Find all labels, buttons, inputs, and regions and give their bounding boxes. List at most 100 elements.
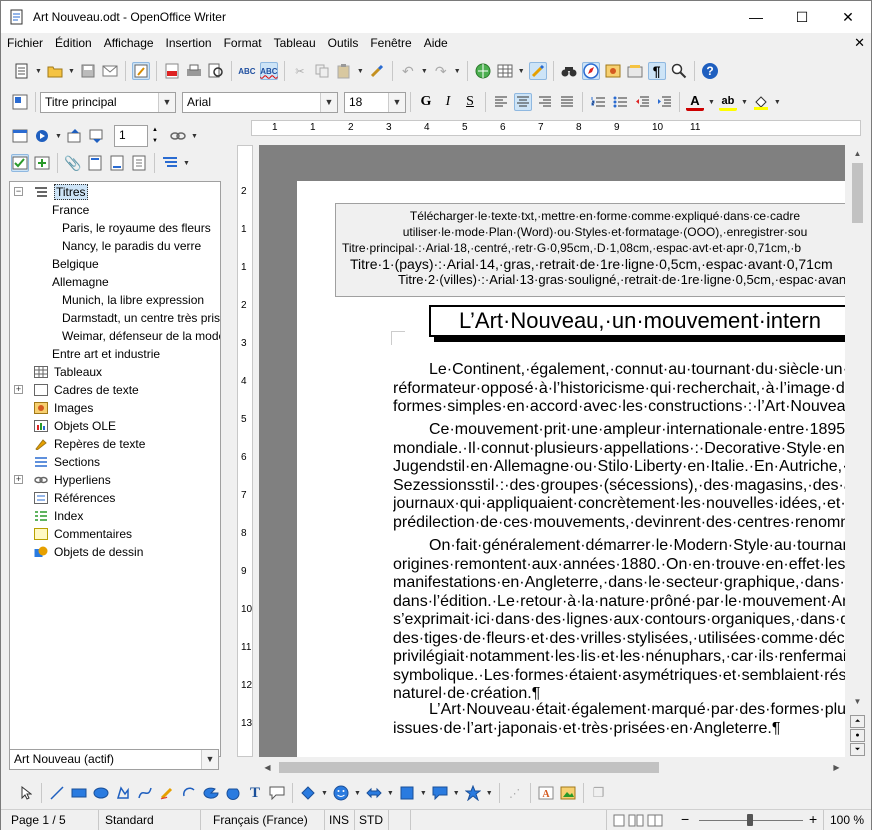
highlighting-icon[interactable]: ab [718,93,737,111]
page-number-spinner[interactable]: 1 [113,125,148,147]
next-icon[interactable] [88,127,106,145]
next-page-icon[interactable]: ⏷ [850,743,865,756]
heading-levels-icon[interactable] [161,154,179,172]
anchor-icon[interactable] [130,154,148,172]
navigator-item[interactable]: Nancy, le paradis du verre [62,237,201,255]
vertical-ruler[interactable]: 2 1 1 2 3 4 5 6 7 8 9 10 11 12 13 [237,145,253,757]
menu-tableau[interactable]: Tableau [268,33,322,53]
content-view-icon[interactable] [33,154,51,172]
chevron-down-icon[interactable]: ▼ [158,92,175,112]
numbering-icon[interactable] [589,93,607,111]
help-icon[interactable]: ? [701,62,719,80]
multi-page-view-icon[interactable] [628,814,644,830]
scroll-left-icon[interactable]: ◀ [259,759,276,776]
menu-insertion[interactable]: Insertion [160,33,218,53]
document-title[interactable]: L’Art·Nouveau,·un·mouvement·intern [429,305,845,337]
navigator-item[interactable]: Images [34,399,93,417]
document-canvas[interactable]: Télécharger·le·texte·txt,·mettre·en·form… [259,145,845,757]
zoom-level[interactable]: 100 % [823,810,871,830]
navigator-item[interactable]: Commentaires [34,525,132,543]
close-document-icon[interactable]: ✕ [854,35,865,51]
decrease-indent-icon[interactable] [633,93,651,111]
horizontal-scrollbar[interactable]: ◀ ▶ [259,759,845,776]
navigator-item[interactable]: Objets OLE [34,417,116,435]
navigator-item[interactable]: Darmstadt, un centre très prisé [62,309,220,327]
menu-edition[interactable]: Édition [49,33,98,53]
polygon-tool-icon[interactable] [114,784,132,802]
select-arrow-icon[interactable] [17,784,35,802]
navigator-item[interactable]: Hyperliens [34,471,111,489]
text-tool-icon[interactable]: T [246,784,264,802]
arc-tool-icon[interactable] [180,784,198,802]
callout-tool-icon[interactable] [268,784,286,802]
show-draw-functions-icon[interactable] [528,62,547,80]
align-right-icon[interactable] [536,93,554,111]
block-arrows-icon[interactable] [365,784,383,802]
page-indicator[interactable]: Page 1 / 5 [1,810,99,830]
data-sources-icon[interactable] [626,62,644,80]
formatting-marks-icon[interactable]: ¶ [647,62,666,80]
menu-outils[interactable]: Outils [322,33,365,53]
drag-mode-icon[interactable] [169,127,187,145]
menu-affichage[interactable]: Affichage [98,33,160,53]
font-size-combo[interactable]: 18 ▼ [344,91,406,113]
navigator-item[interactable]: Index [34,507,83,525]
vertical-scrollbar[interactable]: ▲ ▼ ⏶ ● ⏷ [849,145,866,757]
horizontal-ruler[interactable]: 1 1 2 3 4 5 6 7 8 9 10 11 [251,120,861,136]
redo-icon[interactable]: ↷ [432,62,450,80]
previous-icon[interactable] [66,127,84,145]
rectangle-tool-icon[interactable] [70,784,88,802]
horizontal-scroll-thumb[interactable] [279,762,659,773]
navigation-icon[interactable] [33,127,51,145]
align-left-icon[interactable] [492,93,510,111]
navigation-dot-icon[interactable]: ● [850,729,865,742]
navigator-item[interactable]: Sections [34,453,100,471]
page-style-indicator[interactable]: Standard [99,810,201,830]
zoom-icon[interactable] [670,62,688,80]
clone-formatting-icon[interactable] [368,62,386,80]
points-icon[interactable]: ⋰ [506,784,524,802]
zoom-slider-thumb[interactable] [747,814,753,826]
align-center-icon[interactable] [514,93,532,111]
fontwork-gallery-icon[interactable]: A [537,784,555,802]
export-pdf-icon[interactable] [163,62,181,80]
callouts-icon[interactable] [431,784,449,802]
zoom-out-icon[interactable]: − [681,811,689,827]
curve-tool-icon[interactable] [136,784,154,802]
page-spin-arrows[interactable]: ▲ ▼ [149,125,161,147]
instructions-text-frame[interactable]: Télécharger·le·texte·txt,·mettre·en·form… [335,203,845,297]
navigator-icon[interactable] [581,62,600,80]
navigator-item[interactable]: Repères de texte [34,435,145,453]
expand-icon[interactable]: + [14,385,23,394]
book-view-icon[interactable] [647,814,663,830]
print-icon[interactable] [185,62,203,80]
edit-mode-icon[interactable] [131,62,150,80]
bold-icon[interactable]: G [417,93,435,111]
find-replace-icon[interactable] [560,62,578,80]
close-button[interactable]: ✕ [825,1,871,33]
extrusion-icon[interactable]: ❒ [590,784,608,802]
insert-mode-indicator[interactable]: INS [325,810,355,830]
navigator-item[interactable]: Tableaux [34,363,102,381]
auto-spellcheck-icon[interactable]: ABC [259,62,278,80]
insert-table-icon[interactable] [496,62,514,80]
zoom-in-icon[interactable]: + [809,811,817,827]
ellipse-tool-icon[interactable] [92,784,110,802]
navigator-item[interactable]: Objets de dessin [34,543,143,561]
navigator-item[interactable]: Cadres de texte [34,381,139,399]
document-select-combo[interactable]: Art Nouveau (actif) ▼ [9,749,219,770]
email-icon[interactable] [101,62,119,80]
scroll-down-icon[interactable]: ▼ [849,693,866,710]
from-file-icon[interactable] [559,784,577,802]
chevron-down-icon[interactable]: ▼ [201,750,218,769]
navigator-item[interactable]: Entre art et industrie [52,345,160,363]
maximize-button[interactable]: ☐ [779,1,825,33]
bullets-icon[interactable] [611,93,629,111]
hyperlink-dialog-icon[interactable] [474,62,492,80]
ellipse-pie-icon[interactable] [202,784,220,802]
styles-formatting-icon[interactable] [11,93,29,111]
new-document-icon[interactable] [13,62,31,80]
underline-icon[interactable]: S [461,93,479,111]
paragraph-style-combo[interactable]: Titre principal ▼ [40,91,176,113]
basic-shapes-icon[interactable] [299,784,317,802]
